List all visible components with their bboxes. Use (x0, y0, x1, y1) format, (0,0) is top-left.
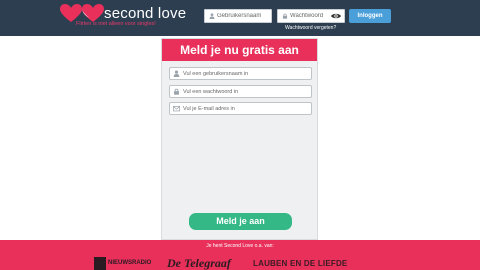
footer-press-text: Je hent Second Love o.a. van: (206, 243, 274, 249)
register-email-field[interactable] (169, 102, 312, 115)
tagline: Flirten is niet alleen voor singles! (76, 21, 156, 27)
eye-icon[interactable] (331, 12, 341, 20)
envelope-icon (173, 106, 180, 112)
register-email-input[interactable] (183, 103, 309, 114)
press-logo-telegraaf: De Telegraaf (167, 256, 231, 270)
top-bar: second love Flirten is niet alleen voor … (0, 0, 480, 36)
register-username-input[interactable] (183, 68, 309, 79)
register-title: Meld je nu gratis aan (162, 39, 317, 61)
press-logo-liefde: LAUBEN EN DE LIEFDE (253, 259, 348, 268)
lock-icon (174, 88, 179, 95)
logo-text: second love (104, 5, 187, 22)
lock-icon (282, 13, 288, 19)
register-card: Meld je nu gratis aan Meld je aan (161, 38, 318, 240)
forgot-password-link[interactable]: Wachtwoord vergeten? (285, 25, 336, 31)
register-password-input[interactable] (183, 86, 309, 97)
user-icon (173, 70, 180, 77)
register-username-field[interactable] (169, 67, 312, 80)
login-username-field[interactable] (204, 9, 272, 23)
footer: Je hent Second Love o.a. van: NIEUWSRADI… (0, 240, 480, 270)
nieuwsradio-logo-icon (94, 257, 106, 270)
nieuwsradio-label: NIEUWSRADIO (108, 260, 152, 266)
login-button[interactable]: Inloggen (349, 9, 391, 23)
login-username-input[interactable] (217, 10, 271, 22)
register-password-field[interactable] (169, 85, 312, 98)
register-submit-button[interactable]: Meld je aan (189, 213, 292, 230)
user-icon (209, 13, 215, 19)
press-logo-nieuwsradio: NIEUWSRADIO (94, 257, 156, 270)
login-password-field[interactable] (277, 9, 345, 23)
